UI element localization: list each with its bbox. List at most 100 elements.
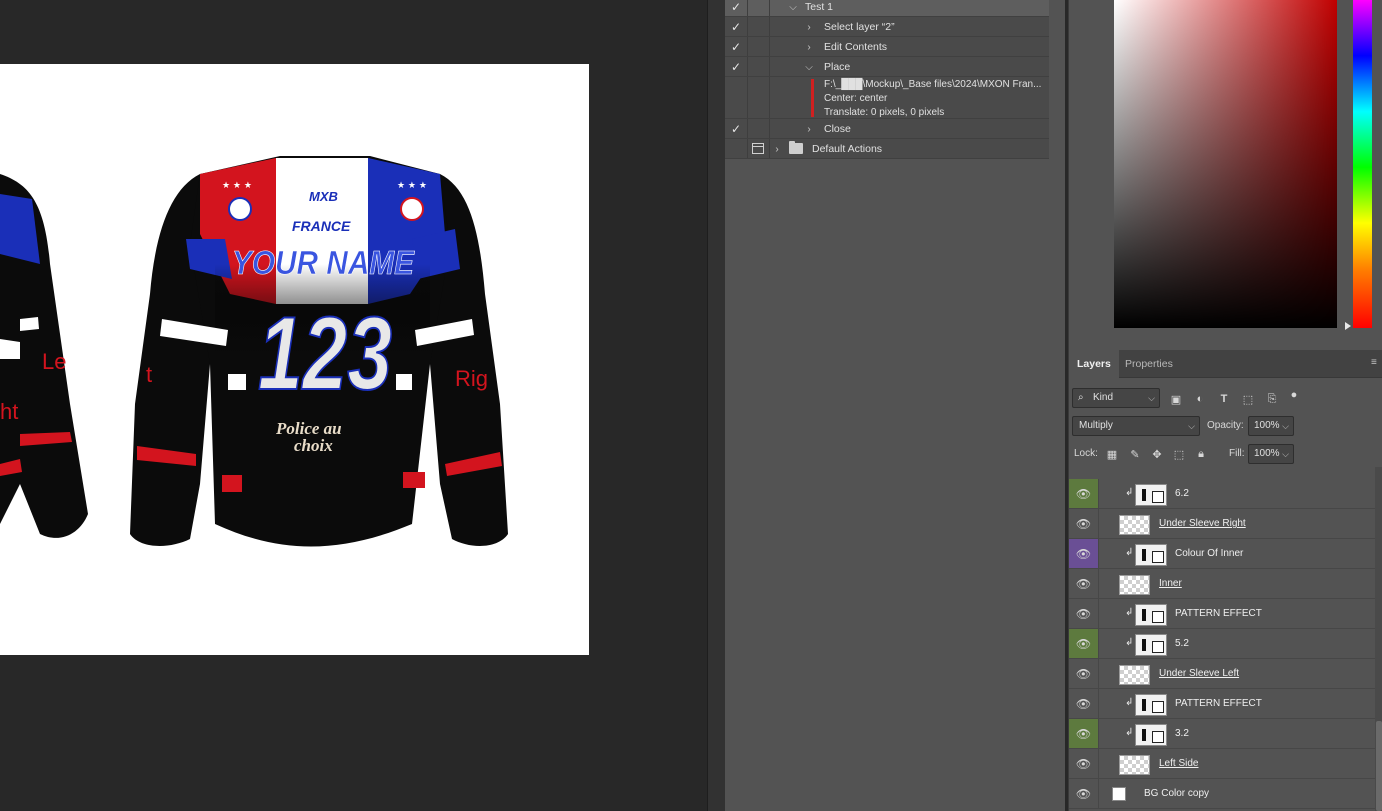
back-text-line-2: choix: [294, 436, 333, 455]
layer-row[interactable]: 👁︎ Inner: [1069, 569, 1375, 599]
layer-row[interactable]: 👁︎ Under Sleeve Left: [1069, 659, 1375, 689]
shape-filter-icon[interactable]: ⬚: [1241, 392, 1255, 406]
layer-name[interactable]: 3.2: [1175, 719, 1189, 749]
layer-thumbnail: [1135, 544, 1167, 566]
artboard[interactable]: Le ht ★ ★ ★ ★ ★ ★ MXB FRANCE YOUR NAME 1…: [0, 64, 589, 655]
dialog-toggle-icon[interactable]: [752, 143, 764, 154]
filter-toggle-icon[interactable]: ●: [1287, 388, 1301, 402]
chevron-right-icon[interactable]: ›: [803, 119, 815, 139]
smart-object-filter-icon[interactable]: ⎘: [1265, 392, 1279, 406]
layer-row[interactable]: 👁︎ BG Color copy: [1069, 779, 1375, 809]
action-label: Place: [824, 61, 851, 73]
country-text: FRANCE: [292, 218, 351, 234]
layer-name[interactable]: 5.2: [1175, 629, 1189, 659]
layer-row[interactable]: 👁︎ ↲ PATTERN EFFECT: [1069, 689, 1375, 719]
place-path: F:\_███\Mockup\_Base files\2024\MXON Fra…: [824, 79, 1042, 90]
blend-mode-dropdown[interactable]: Multiply ⌵: [1072, 416, 1200, 436]
chevron-right-icon[interactable]: ›: [771, 139, 783, 159]
action-row-test-1[interactable]: ✓ ⌵ Test 1: [725, 0, 1049, 17]
layer-row[interactable]: 👁︎ ↲ 3.2: [1069, 719, 1375, 749]
lock-transparent-icon[interactable]: ▦: [1105, 447, 1119, 461]
lock-artboard-icon[interactable]: ⬚: [1172, 447, 1186, 461]
action-set-label: Default Actions: [812, 143, 883, 155]
left-jersey-text-1: Le: [42, 349, 66, 374]
panel-menu-icon[interactable]: ≡: [1371, 358, 1381, 368]
layer-row[interactable]: 👁︎ ↲ 5.2: [1069, 629, 1375, 659]
opacity-input[interactable]: 100% ⌵: [1248, 416, 1294, 436]
action-row-place[interactable]: ✓ ⌵ Place: [725, 57, 1049, 77]
checkmark-icon[interactable]: ✓: [725, 17, 747, 37]
type-filter-icon[interactable]: T: [1217, 392, 1231, 406]
chevron-down-icon[interactable]: ⌵: [803, 57, 815, 77]
hue-slider-marker[interactable]: [1345, 322, 1351, 330]
checkmark-icon[interactable]: ✓: [725, 119, 747, 139]
layer-name[interactable]: BG Color copy: [1144, 779, 1209, 809]
chevron-down-icon: ⌵: [1282, 421, 1289, 431]
lock-all-icon[interactable]: 🔒︎: [1194, 447, 1208, 461]
eye-icon[interactable]: 👁︎: [1069, 719, 1099, 748]
fill-input[interactable]: 100% ⌵: [1248, 444, 1294, 464]
color-picker-panel: [1068, 0, 1382, 350]
action-label: Edit Contents: [824, 41, 888, 53]
layer-row[interactable]: 👁︎ ↲ PATTERN EFFECT: [1069, 599, 1375, 629]
color-saturation-field[interactable]: [1114, 0, 1337, 328]
adjustment-filter-icon[interactable]: ◐: [1193, 392, 1207, 406]
eye-icon[interactable]: 👁︎: [1069, 629, 1099, 658]
chevron-down-icon[interactable]: ⌵: [787, 0, 799, 17]
eye-icon[interactable]: 👁︎: [1069, 779, 1099, 808]
chevron-down-icon: ⌵: [1148, 393, 1155, 403]
checkbox-empty-icon[interactable]: [725, 139, 747, 159]
layer-name[interactable]: PATTERN EFFECT: [1175, 689, 1262, 719]
eye-icon[interactable]: 👁︎: [1069, 479, 1099, 508]
layer-name[interactable]: PATTERN EFFECT: [1175, 599, 1262, 629]
layer-list[interactable]: 👁︎ ↲ 6.2 👁︎ Under Sleeve Right 👁︎ ↲ Colo…: [1069, 467, 1375, 811]
eye-icon[interactable]: 👁︎: [1069, 539, 1099, 568]
layer-thumbnail: [1135, 694, 1167, 716]
jersey-mockup: Le ht ★ ★ ★ ★ ★ ★ MXB FRANCE YOUR NAME 1…: [0, 156, 508, 547]
layer-name[interactable]: Left Side: [1159, 749, 1198, 779]
eye-icon[interactable]: 👁︎: [1069, 599, 1099, 628]
layer-name[interactable]: Under Sleeve Right: [1159, 509, 1246, 539]
checkmark-icon[interactable]: ✓: [725, 0, 747, 17]
layer-filter-kind[interactable]: ⌕ Kind ⌵: [1072, 388, 1160, 408]
document-canvas[interactable]: Le ht ★ ★ ★ ★ ★ ★ MXB FRANCE YOUR NAME 1…: [0, 0, 707, 811]
eye-icon[interactable]: 👁︎: [1069, 749, 1099, 778]
chevron-right-icon[interactable]: ›: [803, 37, 815, 57]
hue-slider[interactable]: [1353, 0, 1372, 328]
layer-name[interactable]: 6.2: [1175, 479, 1189, 509]
left-jersey-text-3: ht: [0, 399, 18, 424]
search-icon: ⌕: [1078, 392, 1084, 403]
layer-name[interactable]: Inner: [1159, 569, 1182, 599]
lock-move-icon[interactable]: ✥: [1150, 447, 1164, 461]
eye-icon[interactable]: 👁︎: [1069, 659, 1099, 688]
lock-brush-icon[interactable]: ✎: [1128, 447, 1142, 461]
layer-row[interactable]: 👁︎ ↲ Colour Of Inner: [1069, 539, 1375, 569]
layer-name[interactable]: Under Sleeve Left: [1159, 659, 1239, 689]
action-row-edit-contents[interactable]: ✓ › Edit Contents: [725, 37, 1049, 57]
layer-row[interactable]: 👁︎ ↲ 6.2: [1069, 479, 1375, 509]
action-row-close[interactable]: ✓ › Close: [725, 119, 1049, 139]
canvas-scrollbar[interactable]: [707, 0, 725, 811]
eye-icon[interactable]: 👁︎: [1069, 509, 1099, 538]
clipping-mask-icon: ↲: [1125, 727, 1134, 738]
eye-icon[interactable]: 👁︎: [1069, 689, 1099, 718]
checkmark-icon[interactable]: ✓: [725, 37, 747, 57]
layer-thumbnail: [1119, 755, 1150, 775]
action-row-default-actions[interactable]: › Default Actions: [725, 139, 1049, 159]
layer-row[interactable]: 👁︎ Left Side: [1069, 749, 1375, 779]
tab-layers[interactable]: Layers: [1069, 350, 1119, 378]
layers-scrollbar[interactable]: [1375, 467, 1382, 811]
pixel-filter-icon[interactable]: ▣: [1169, 392, 1183, 406]
eye-icon[interactable]: 👁︎: [1069, 569, 1099, 598]
chevron-right-icon[interactable]: ›: [803, 17, 815, 37]
checkmark-icon[interactable]: ✓: [725, 57, 747, 77]
tab-properties[interactable]: Properties: [1117, 350, 1181, 378]
blend-mode-value: Multiply: [1079, 420, 1113, 431]
actions-panel: ✓ ⌵ Test 1 ✓ › Select layer “2” ✓ › Edit…: [725, 0, 1065, 811]
layer-row[interactable]: 👁︎ Under Sleeve Right: [1069, 509, 1375, 539]
layer-name[interactable]: Colour Of Inner: [1175, 539, 1243, 569]
redaction-mark: [811, 79, 814, 117]
action-label: Test 1: [805, 1, 834, 13]
action-row-select-layer[interactable]: ✓ › Select layer “2”: [725, 17, 1049, 37]
layers-scrollbar-thumb[interactable]: [1376, 721, 1382, 811]
